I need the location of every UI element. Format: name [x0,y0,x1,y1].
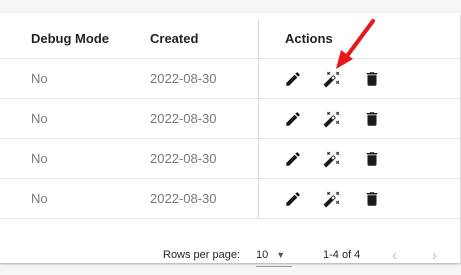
red-arrow-annotation [336,19,375,69]
rows-per-page-label: Rows per page: [163,249,241,261]
created-cell: 2022-08-30 [150,71,217,86]
created-cell: 2022-08-30 [150,191,217,206]
column-header-debug-mode: Debug Mode [31,31,109,46]
delete-icon[interactable] [363,190,381,208]
previous-page-button[interactable]: ‹ [392,235,397,275]
magic-wand-icon[interactable] [323,150,341,168]
table-row: No 2022-08-30 [0,179,460,219]
actions-cell [258,99,460,138]
rows-per-page-value: 10 [256,249,269,261]
next-page-button[interactable]: › [432,235,437,275]
created-cell: 2022-08-30 [150,111,217,126]
edit-icon[interactable] [284,70,302,88]
magic-wand-icon[interactable] [323,110,341,128]
table-row: No 2022-08-30 [0,59,460,99]
table-header-row: Debug Mode Created Actions [0,19,460,59]
edit-icon[interactable] [284,150,302,168]
data-table-card: Debug Mode Created Actions No 2022-08-30… [0,13,460,267]
edit-icon[interactable] [284,190,302,208]
delete-icon[interactable] [363,110,381,128]
chevron-down-icon: ▼ [276,250,286,260]
rows-per-page-select[interactable]: 10 ▼ [256,244,292,267]
debug-mode-cell: No [31,111,48,126]
table-pagination: Rows per page: 10 ▼ 1-4 of 4 ‹ › [0,235,460,275]
magic-wand-icon[interactable] [323,70,341,88]
actions-cell [258,139,460,178]
magic-wand-icon[interactable] [323,190,341,208]
column-header-created: Created [150,31,199,46]
table-row: No 2022-08-30 [0,139,460,179]
debug-mode-cell: No [31,151,48,166]
debug-mode-cell: No [31,71,48,86]
pagination-range: 1-4 of 4 [323,249,361,261]
table-row: No 2022-08-30 [0,99,460,139]
debug-mode-cell: No [31,191,48,206]
delete-icon[interactable] [363,150,381,168]
delete-icon[interactable] [363,70,381,88]
edit-icon[interactable] [284,110,302,128]
created-cell: 2022-08-30 [150,151,217,166]
actions-cell [258,179,460,218]
